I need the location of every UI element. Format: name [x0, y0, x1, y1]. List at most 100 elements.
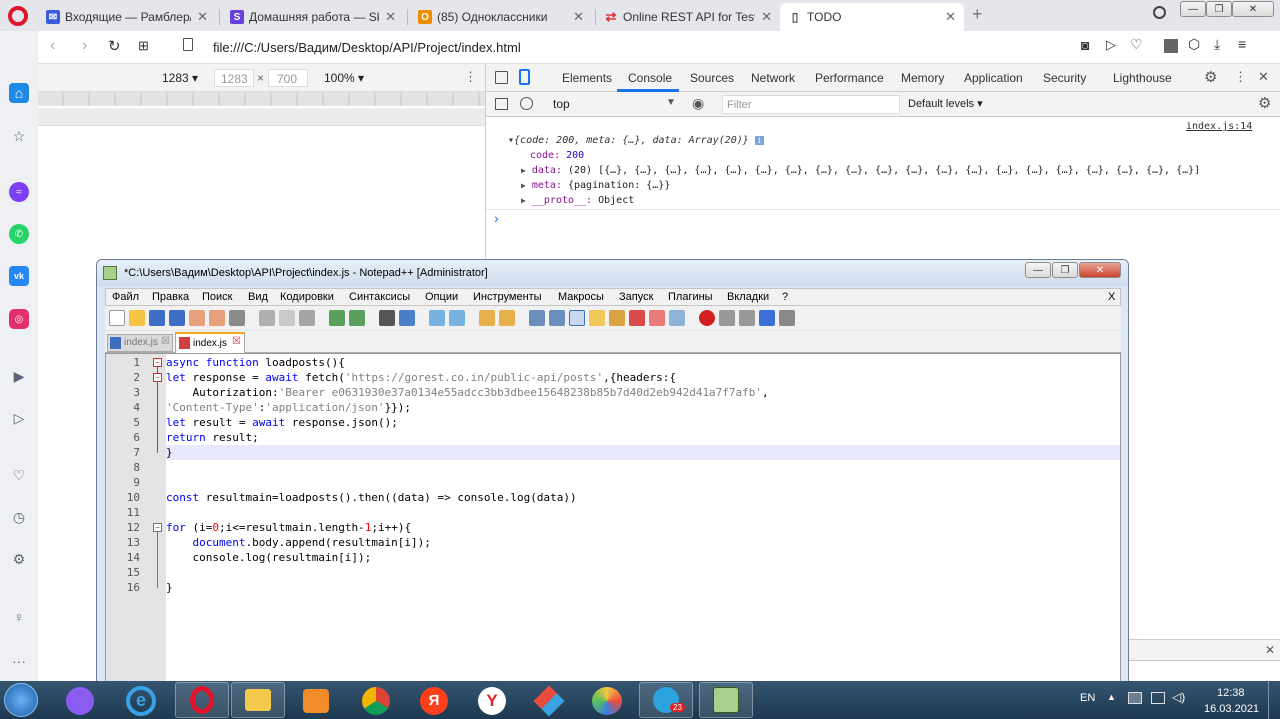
home-icon[interactable]: ⌂	[9, 83, 29, 103]
speed-dial-icon[interactable]: ⊞	[138, 38, 149, 54]
media-query-bar[interactable]	[38, 92, 485, 106]
sync-h-icon[interactable]	[499, 310, 515, 326]
url-field[interactable]: file:///C:/Users/Вадим/Desktop/API/Proje…	[213, 40, 521, 55]
context-select[interactable]: top	[553, 97, 570, 111]
code-line[interactable]: 'Content-Type':'application/json'}});	[166, 401, 411, 414]
easy-setup-icon[interactable]: ≡	[1238, 36, 1246, 52]
minimize-button[interactable]: —	[1180, 1, 1206, 17]
taskbar-telegram[interactable]: 23	[639, 682, 693, 718]
np-minimize-button[interactable]: —	[1025, 262, 1051, 278]
fold-marker[interactable]: −	[153, 373, 162, 382]
folder-workspace-icon[interactable]	[629, 310, 645, 326]
close-file-icon[interactable]	[189, 310, 205, 326]
browser-tab-ok[interactable]: О (85) Одноклассники ✕	[410, 3, 592, 31]
devtools-close-icon[interactable]: ✕	[1258, 69, 1269, 85]
monitoring-icon[interactable]	[669, 310, 685, 326]
new-file-icon[interactable]	[109, 310, 125, 326]
search-tabs-icon[interactable]	[1153, 6, 1166, 19]
tab-application[interactable]: Application	[964, 71, 1023, 85]
fold-marker[interactable]: −	[153, 523, 162, 532]
code-line[interactable]: document.body.append(resultmain[i]);	[166, 536, 431, 549]
clear-console-icon[interactable]	[520, 97, 533, 110]
download-icon[interactable]: ⤓	[1214, 36, 1220, 53]
devtools-more-icon[interactable]: ⋮	[1234, 69, 1247, 85]
yandex-browser-icon[interactable]: Y	[478, 687, 506, 715]
console-filter-input[interactable]: Filter	[722, 95, 900, 114]
menu-tools[interactable]: Инструменты	[473, 291, 542, 303]
copy-icon[interactable]	[279, 310, 295, 326]
sidebar-toggle-icon[interactable]	[495, 98, 508, 110]
show-all-chars-icon[interactable]	[549, 310, 565, 326]
show-desktop-button[interactable]	[1268, 681, 1280, 719]
tab-network[interactable]: Network	[751, 71, 795, 85]
menu-run[interactable]: Запуск	[619, 291, 653, 303]
device-more-icon[interactable]: ⋮	[464, 69, 477, 85]
network-icon[interactable]	[1128, 692, 1142, 704]
file-tab-active[interactable]: index.js ☒	[175, 332, 245, 353]
history-icon[interactable]: ◷	[9, 507, 29, 527]
close-tab-icon[interactable]: ✕	[385, 9, 396, 25]
browser-tab-reqres[interactable]: ⇄ Online REST API for Testing ✕	[596, 3, 780, 31]
device-height-input[interactable]: 700	[268, 69, 308, 87]
opera-logo[interactable]	[8, 6, 28, 26]
tab-security[interactable]: Security	[1043, 71, 1086, 85]
tray-arrow-icon[interactable]: ▲	[1107, 692, 1116, 702]
reload-icon[interactable]: ↻	[108, 37, 121, 55]
language-indicator[interactable]: EN	[1080, 692, 1095, 704]
maximize-button[interactable]: ❐	[1206, 1, 1232, 17]
media-player-icon[interactable]	[303, 689, 329, 713]
menu-macros[interactable]: Макросы	[558, 291, 604, 303]
messenger-icon[interactable]: ≈	[9, 182, 29, 202]
taskbar-explorer[interactable]	[231, 682, 285, 718]
find-icon[interactable]	[379, 310, 395, 326]
monitor-icon[interactable]	[1151, 692, 1165, 704]
code-line[interactable]: console.log(resultmain[i]);	[166, 551, 371, 564]
stop-macro-icon[interactable]	[719, 310, 735, 326]
menu-options[interactable]: Опции	[425, 291, 458, 303]
tab-sources[interactable]: Sources	[690, 71, 734, 85]
code-line[interactable]: const resultmain=loadposts().then((data)…	[166, 491, 577, 504]
np-maximize-button[interactable]: ❐	[1052, 262, 1078, 278]
console-log-entry[interactable]: ▾{code: 200, meta: {…}, data: Array(20)}…	[508, 135, 764, 146]
close-window-button[interactable]: ✕	[1232, 1, 1274, 17]
instagram-icon[interactable]: ◎	[9, 309, 29, 329]
devtools-settings-icon[interactable]: ⚙	[1204, 68, 1217, 86]
new-tab-button[interactable]: +	[972, 4, 983, 25]
menu-syntax[interactable]: Синтаксисы	[349, 291, 410, 303]
tab-performance[interactable]: Performance	[815, 71, 884, 85]
menu-encoding[interactable]: Кодировки	[280, 291, 334, 303]
record-macro-icon[interactable]	[699, 310, 715, 326]
code-line[interactable]: for (i=0;i<=resultmain.length-1;i++){	[166, 521, 411, 534]
menu-plugins[interactable]: Плагины	[668, 291, 713, 303]
forward-icon[interactable]: ›	[82, 37, 87, 55]
replace-icon[interactable]	[399, 310, 415, 326]
redo-icon[interactable]	[349, 310, 365, 326]
log-data-row[interactable]: ▶ data: (20) [{…}, {…}, {…}, {…}, {…}, {…	[521, 165, 1200, 176]
menu-edit[interactable]: Правка	[152, 291, 189, 303]
fold-marker[interactable]: −	[153, 358, 162, 367]
file-tab-inactive[interactable]: index.js ☒	[107, 334, 173, 352]
send-icon[interactable]: ▷	[1106, 37, 1116, 53]
browser-tab-mail[interactable]: ✉ Входящие — Рамблер/по ✕	[38, 3, 216, 31]
browser-tab-todo[interactable]: ▯ TODO ✕	[780, 3, 964, 31]
doc-map-icon[interactable]	[589, 310, 605, 326]
yandex-icon[interactable]: Я	[420, 687, 448, 715]
paint-icon[interactable]	[592, 687, 622, 715]
clock-time[interactable]: 12:38	[1217, 687, 1245, 699]
player-icon[interactable]: ▶	[9, 366, 29, 386]
play-macro-icon[interactable]	[739, 310, 755, 326]
eye-icon[interactable]: ◉	[692, 95, 704, 112]
save-macro-icon[interactable]	[779, 310, 795, 326]
run-macro-multiple-icon[interactable]	[759, 310, 775, 326]
taskbar-opera[interactable]	[175, 682, 229, 718]
code-line[interactable]: let result = await response.json();	[166, 416, 398, 429]
page-info-icon[interactable]	[183, 38, 193, 51]
doc-list-icon[interactable]	[649, 310, 665, 326]
close-tab-icon[interactable]: ✕	[573, 9, 584, 25]
undo-icon[interactable]	[329, 310, 345, 326]
paste-icon[interactable]	[299, 310, 315, 326]
close-all-icon[interactable]	[209, 310, 225, 326]
tab-console[interactable]: Console	[628, 71, 672, 85]
code-line[interactable]: return result;	[166, 431, 259, 444]
tab-close-icon[interactable]: ☒	[161, 336, 170, 347]
